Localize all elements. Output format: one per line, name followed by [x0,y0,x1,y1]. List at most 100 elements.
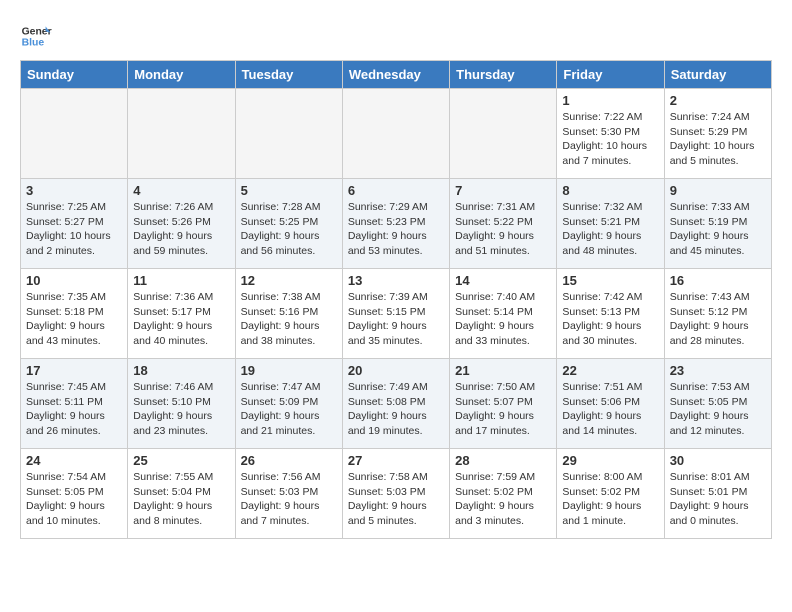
day-info: Sunrise: 7:36 AM Sunset: 5:17 PM Dayligh… [133,290,229,349]
day-number: 16 [670,273,766,288]
day-info: Sunrise: 7:31 AM Sunset: 5:22 PM Dayligh… [455,200,551,259]
calendar-cell: 19 Sunrise: 7:47 AM Sunset: 5:09 PM Dayli… [235,359,342,449]
calendar-cell: 26 Sunrise: 7:56 AM Sunset: 5:03 PM Dayli… [235,449,342,539]
day-number: 7 [455,183,551,198]
calendar-cell: 12Sunrise: 7:38 AM Sunset: 5:16 PM Dayli… [235,269,342,359]
day-info: Sunrise: 8:00 AM Sunset: 5:02 PM Dayligh… [562,470,658,529]
day-info: Sunrise: 7:22 AM Sunset: 5:30 PM Dayligh… [562,110,658,169]
day-info: Sunrise: 7:39 AM Sunset: 5:15 PM Dayligh… [348,290,444,349]
calendar-cell: 22 Sunrise: 7:51 AM Sunset: 5:06 PM Dayli… [557,359,664,449]
week-row-1: 1 Sunrise: 7:22 AM Sunset: 5:30 PM Daylig… [21,89,772,179]
calendar-cell: 11 Sunrise: 7:36 AM Sunset: 5:17 PM Dayli… [128,269,235,359]
day-info: Sunrise: 7:35 AM Sunset: 5:18 PM Dayligh… [26,290,122,349]
day-number: 5 [241,183,337,198]
weekday-header-row: SundayMondayTuesdayWednesdayThursdayFrid… [21,61,772,89]
calendar-cell: 4 Sunrise: 7:26 AM Sunset: 5:26 PM Daylig… [128,179,235,269]
day-info: Sunrise: 7:49 AM Sunset: 5:08 PM Dayligh… [348,380,444,439]
day-number: 4 [133,183,229,198]
calendar-cell: 9 Sunrise: 7:33 AM Sunset: 5:19 PM Daylig… [664,179,771,269]
day-number: 2 [670,93,766,108]
day-info: Sunrise: 7:59 AM Sunset: 5:02 PM Dayligh… [455,470,551,529]
weekday-header-monday: Monday [128,61,235,89]
svg-text:Blue: Blue [22,38,45,49]
day-number: 17 [26,363,122,378]
day-number: 27 [348,453,444,468]
day-info: Sunrise: 7:40 AM Sunset: 5:14 PM Dayligh… [455,290,551,349]
day-info: Sunrise: 7:33 AM Sunset: 5:19 PM Dayligh… [670,200,766,259]
calendar-cell: 23Sunrise: 7:53 AM Sunset: 5:05 PM Dayli… [664,359,771,449]
calendar-cell: 7 Sunrise: 7:31 AM Sunset: 5:22 PM Daylig… [450,179,557,269]
day-number: 11 [133,273,229,288]
svg-text:General: General [22,26,52,37]
day-number: 26 [241,453,337,468]
day-info: Sunrise: 7:42 AM Sunset: 5:13 PM Dayligh… [562,290,658,349]
week-row-5: 24 Sunrise: 7:54 AM Sunset: 5:05 PM Dayli… [21,449,772,539]
day-number: 25 [133,453,229,468]
day-number: 6 [348,183,444,198]
calendar-cell: 24 Sunrise: 7:54 AM Sunset: 5:05 PM Dayli… [21,449,128,539]
calendar-cell [450,89,557,179]
weekday-header-saturday: Saturday [664,61,771,89]
calendar-cell: 21 Sunrise: 7:50 AM Sunset: 5:07 PM Dayli… [450,359,557,449]
day-number: 29 [562,453,658,468]
day-info: Sunrise: 7:50 AM Sunset: 5:07 PM Dayligh… [455,380,551,439]
day-number: 21 [455,363,551,378]
weekday-header-wednesday: Wednesday [342,61,449,89]
calendar-cell: 28 Sunrise: 7:59 AM Sunset: 5:02 PM Dayli… [450,449,557,539]
day-number: 28 [455,453,551,468]
calendar-cell [235,89,342,179]
day-info: Sunrise: 7:54 AM Sunset: 5:05 PM Dayligh… [26,470,122,529]
calendar-cell: 10 Sunrise: 7:35 AM Sunset: 5:18 PM Dayli… [21,269,128,359]
calendar-table: SundayMondayTuesdayWednesdayThursdayFrid… [20,60,772,539]
day-number: 24 [26,453,122,468]
day-info: Sunrise: 7:32 AM Sunset: 5:21 PM Dayligh… [562,200,658,259]
calendar-cell: 18 Sunrise: 7:46 AM Sunset: 5:10 PM Dayli… [128,359,235,449]
day-info: Sunrise: 7:43 AM Sunset: 5:12 PM Dayligh… [670,290,766,349]
calendar-cell: 5 Sunrise: 7:28 AM Sunset: 5:25 PM Daylig… [235,179,342,269]
day-info: Sunrise: 8:01 AM Sunset: 5:01 PM Dayligh… [670,470,766,529]
calendar-cell: 30 Sunrise: 8:01 AM Sunset: 5:01 PM Dayli… [664,449,771,539]
calendar-cell: 25 Sunrise: 7:55 AM Sunset: 5:04 PM Dayli… [128,449,235,539]
day-info: Sunrise: 7:24 AM Sunset: 5:29 PM Dayligh… [670,110,766,169]
calendar-cell: 16 Sunrise: 7:43 AM Sunset: 5:12 PM Dayli… [664,269,771,359]
day-info: Sunrise: 7:45 AM Sunset: 5:11 PM Dayligh… [26,380,122,439]
day-info: Sunrise: 7:51 AM Sunset: 5:06 PM Dayligh… [562,380,658,439]
logo-icon: General Blue [20,20,52,52]
week-row-2: 3 Sunrise: 7:25 AM Sunset: 5:27 PM Daylig… [21,179,772,269]
day-info: Sunrise: 7:29 AM Sunset: 5:23 PM Dayligh… [348,200,444,259]
calendar-cell: 8 Sunrise: 7:32 AM Sunset: 5:21 PM Daylig… [557,179,664,269]
calendar-cell: 2 Sunrise: 7:24 AM Sunset: 5:29 PM Daylig… [664,89,771,179]
day-info: Sunrise: 7:46 AM Sunset: 5:10 PM Dayligh… [133,380,229,439]
day-number: 22 [562,363,658,378]
week-row-3: 10 Sunrise: 7:35 AM Sunset: 5:18 PM Dayli… [21,269,772,359]
week-row-4: 17 Sunrise: 7:45 AM Sunset: 5:11 PM Dayli… [21,359,772,449]
day-number: 8 [562,183,658,198]
day-number: 14 [455,273,551,288]
day-info: Sunrise: 7:55 AM Sunset: 5:04 PM Dayligh… [133,470,229,529]
day-info: Sunrise: 7:25 AM Sunset: 5:27 PM Dayligh… [26,200,122,259]
weekday-header-tuesday: Tuesday [235,61,342,89]
day-info: Sunrise: 7:56 AM Sunset: 5:03 PM Dayligh… [241,470,337,529]
day-info: Sunrise: 7:26 AM Sunset: 5:26 PM Dayligh… [133,200,229,259]
header: General Blue [20,20,772,52]
calendar-cell: 29 Sunrise: 8:00 AM Sunset: 5:02 PM Dayli… [557,449,664,539]
day-info: Sunrise: 7:28 AM Sunset: 5:25 PM Dayligh… [241,200,337,259]
logo: General Blue [20,20,52,52]
day-number: 23 [670,363,766,378]
calendar-cell: 13 Sunrise: 7:39 AM Sunset: 5:15 PM Dayli… [342,269,449,359]
calendar-cell: 15Sunrise: 7:42 AM Sunset: 5:13 PM Dayli… [557,269,664,359]
day-number: 9 [670,183,766,198]
day-number: 10 [26,273,122,288]
day-number: 3 [26,183,122,198]
day-info: Sunrise: 7:47 AM Sunset: 5:09 PM Dayligh… [241,380,337,439]
day-info: Sunrise: 7:58 AM Sunset: 5:03 PM Dayligh… [348,470,444,529]
calendar-cell: 27 Sunrise: 7:58 AM Sunset: 5:03 PM Dayli… [342,449,449,539]
day-number: 18 [133,363,229,378]
day-number: 30 [670,453,766,468]
day-number: 19 [241,363,337,378]
weekday-header-friday: Friday [557,61,664,89]
day-number: 1 [562,93,658,108]
calendar-cell: 6 Sunrise: 7:29 AM Sunset: 5:23 PM Daylig… [342,179,449,269]
weekday-header-thursday: Thursday [450,61,557,89]
day-number: 13 [348,273,444,288]
